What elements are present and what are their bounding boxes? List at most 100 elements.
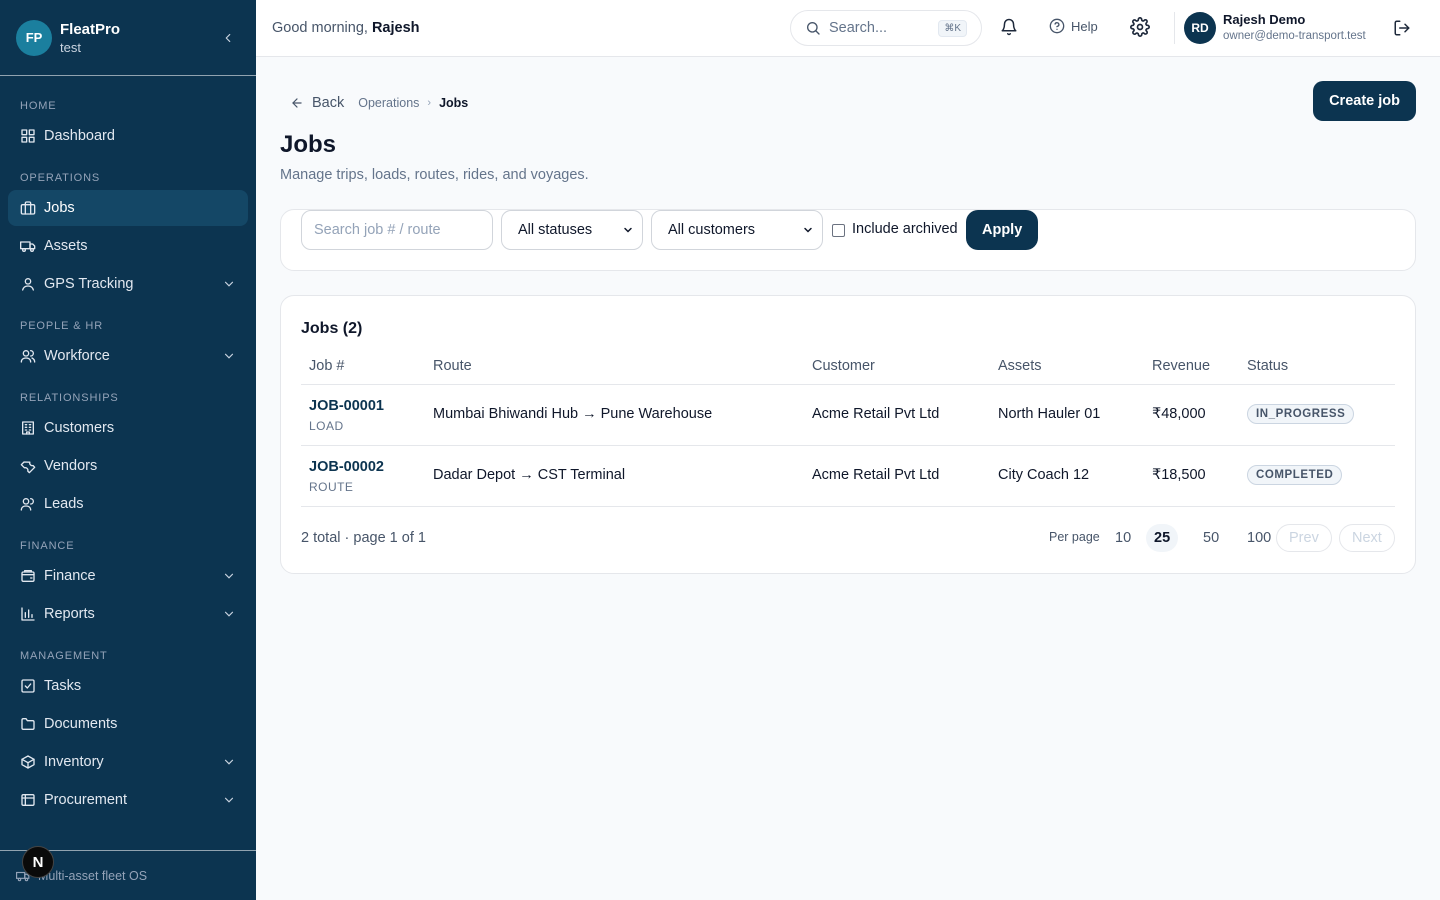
- status-badge: COMPLETED: [1247, 465, 1343, 485]
- filter-bar: All statuses All customers Include archi…: [280, 209, 1416, 271]
- sidebar-footer-text: Multi-asset fleet OS: [38, 868, 148, 883]
- per-page-option-50[interactable]: 50: [1195, 524, 1227, 552]
- sidebar-item-vendors[interactable]: Vendors: [8, 448, 248, 484]
- column-header-revenue: Revenue: [1152, 358, 1211, 374]
- nav-section-management: MANAGEMENT: [20, 650, 108, 662]
- gear-icon: [1130, 17, 1150, 37]
- dev-tools-badge[interactable]: N: [22, 846, 54, 878]
- sidebar-item-label: Workforce: [44, 348, 110, 364]
- breadcrumb-operations[interactable]: Operations: [358, 96, 419, 110]
- notifications-button[interactable]: [1000, 18, 1020, 38]
- job-number-link[interactable]: JOB-00002: [309, 459, 384, 475]
- job-type: LOAD: [309, 419, 344, 433]
- job-revenue: ₹18,500: [1152, 467, 1206, 483]
- breadcrumb: Back Operations › Jobs: [290, 95, 468, 111]
- user-name: Rajesh Demo: [1223, 12, 1306, 27]
- status-select[interactable]: All statuses: [501, 210, 643, 250]
- chevron-down-icon: [802, 224, 814, 236]
- column-header-customer: Customer: [812, 358, 875, 374]
- map-pin-icon: [20, 276, 36, 292]
- sidebar-item-label: Dashboard: [44, 128, 115, 144]
- table-row[interactable]: JOB-00001 LOAD Mumbai Bhiwandi Hub → Pun…: [301, 385, 1395, 446]
- job-customer: Acme Retail Pvt Ltd: [812, 406, 940, 422]
- briefcase-icon: [20, 200, 36, 216]
- truck-icon: [20, 238, 36, 254]
- dashboard-icon: [20, 128, 36, 144]
- breadcrumb-jobs: Jobs: [439, 96, 469, 110]
- sidebar-item-leads[interactable]: Leads: [8, 486, 248, 522]
- sidebar-item-label: Vendors: [44, 458, 98, 474]
- chevron-down-icon: [222, 277, 236, 291]
- job-revenue: ₹48,000: [1152, 406, 1206, 422]
- sidebar-item-label: Procurement: [44, 792, 128, 808]
- sidebar-item-workforce[interactable]: Workforce: [8, 338, 248, 374]
- table-row[interactable]: JOB-00002 ROUTE Dadar Depot → CST Termin…: [301, 446, 1395, 507]
- sidebar-item-tasks[interactable]: Tasks: [8, 668, 248, 704]
- page-subtitle: Manage trips, loads, routes, rides, and …: [280, 167, 589, 183]
- job-type: ROUTE: [309, 480, 354, 494]
- sidebar-item-label: Jobs: [44, 200, 75, 216]
- jobs-table-card: Jobs (2) Job # Route Customer Assets Rev…: [280, 295, 1416, 574]
- top-bar: Good morning, Rajesh Search... ⌘K Help R…: [256, 0, 1440, 57]
- sidebar-item-dashboard[interactable]: Dashboard: [8, 118, 248, 154]
- help-button[interactable]: Help: [1049, 18, 1098, 34]
- column-header-assets: Assets: [998, 358, 1042, 374]
- greeting: Good morning, Rajesh: [272, 20, 420, 36]
- greeting-text: Good morning,: [272, 20, 368, 36]
- column-header-job: Job #: [309, 358, 345, 374]
- nav-section-people-hr: PEOPLE & HR: [20, 320, 104, 332]
- job-assets: City Coach 12: [998, 467, 1090, 483]
- search-icon: [805, 20, 821, 36]
- sidebar-item-finance[interactable]: Finance: [8, 558, 248, 594]
- per-page-option-100[interactable]: 100: [1239, 524, 1279, 552]
- back-button[interactable]: Back: [290, 95, 344, 111]
- sidebar-item-label: Tasks: [44, 678, 82, 694]
- chevron-down-icon: [222, 793, 236, 807]
- settings-button[interactable]: [1130, 17, 1152, 39]
- include-archived-label: Include archived: [852, 221, 958, 237]
- customer-select[interactable]: All customers: [651, 210, 823, 250]
- sidebar-item-procurement[interactable]: Procurement: [8, 782, 248, 818]
- greeting-name: Rajesh: [371, 20, 420, 36]
- prev-page-button[interactable]: Prev: [1276, 524, 1332, 552]
- wallet-icon: [20, 568, 36, 584]
- status-select-value: All statuses: [518, 222, 593, 238]
- user-info[interactable]: Rajesh Demo owner@demo-transport.test: [1223, 12, 1366, 42]
- sidebar-item-reports[interactable]: Reports: [8, 596, 248, 632]
- chevron-down-icon: [222, 569, 236, 583]
- per-page-label: Per page: [1049, 530, 1100, 544]
- global-search-label: Search...: [829, 20, 888, 36]
- job-number-link[interactable]: JOB-00001: [309, 398, 384, 414]
- chevron-down-icon: [222, 607, 236, 621]
- job-route: Dadar Depot → CST Terminal: [433, 467, 626, 483]
- chevron-down-icon: [622, 224, 634, 236]
- per-page-option-25[interactable]: 25: [1146, 524, 1179, 552]
- chevron-down-icon: [222, 755, 236, 769]
- sidebar-item-gps-tracking[interactable]: GPS Tracking: [8, 266, 248, 302]
- sidebar-item-documents[interactable]: Documents: [8, 706, 248, 742]
- sidebar-item-label: Inventory: [44, 754, 104, 770]
- sidebar-item-jobs[interactable]: Jobs: [8, 190, 248, 226]
- include-archived-checkbox[interactable]: [832, 224, 845, 237]
- global-search[interactable]: Search... ⌘K: [790, 10, 982, 46]
- collapse-sidebar-button[interactable]: [216, 26, 240, 50]
- chevron-right-icon: ›: [427, 97, 432, 109]
- create-job-button[interactable]: Create job: [1313, 81, 1416, 121]
- sidebar-item-assets[interactable]: Assets: [8, 228, 248, 264]
- per-page-option-10[interactable]: 10: [1107, 524, 1139, 552]
- status-badge: IN_PROGRESS: [1247, 404, 1355, 424]
- brand-subtitle: test: [60, 39, 81, 55]
- next-page-button[interactable]: Next: [1339, 524, 1395, 552]
- brand-name: FleatPro: [60, 20, 121, 38]
- help-label: Help: [1071, 18, 1098, 34]
- job-search-input[interactable]: [301, 210, 493, 250]
- apply-button[interactable]: Apply: [966, 210, 1039, 250]
- package-icon: [20, 754, 36, 770]
- users-icon: [20, 348, 36, 364]
- job-assets: North Hauler 01: [998, 406, 1101, 422]
- logout-button[interactable]: [1393, 19, 1411, 37]
- sidebar-item-customers[interactable]: Customers: [8, 410, 248, 446]
- sidebar-item-label: Documents: [44, 716, 118, 732]
- sidebar-item-inventory[interactable]: Inventory: [8, 744, 248, 780]
- user-avatar[interactable]: RD: [1184, 12, 1216, 44]
